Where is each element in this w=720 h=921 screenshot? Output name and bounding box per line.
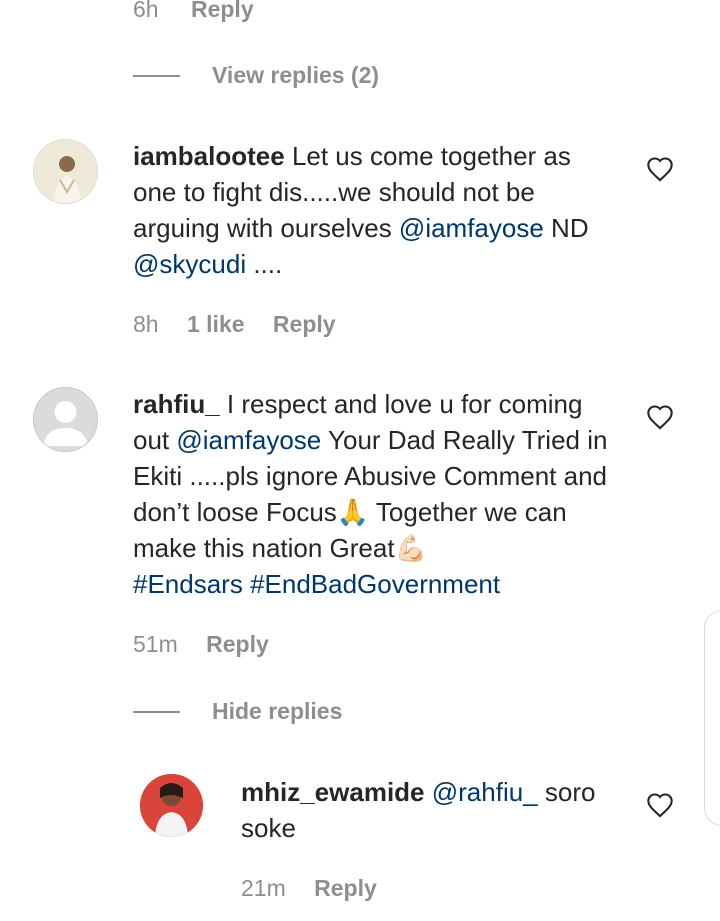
avatar[interactable] [33, 387, 98, 452]
comment-body: iambalootee Let us come together as one … [133, 138, 613, 282]
comment-username[interactable]: mhiz_ewamide [241, 777, 425, 807]
previous-comment-time: 6h [133, 0, 159, 22]
previous-comment-reply-button[interactable]: Reply [191, 0, 254, 22]
hashtag-links[interactable]: #Endsars #EndBadGovernment [133, 569, 500, 599]
praying-hands-emoji: 🙏 [336, 497, 370, 527]
avatar[interactable] [140, 774, 203, 837]
reply-button[interactable]: Reply [273, 311, 336, 337]
comment-body: rahfiu_ I respect and love u for coming … [133, 386, 623, 602]
comment-meta: 51m Reply [133, 631, 269, 658]
avatar-photo-icon [140, 774, 203, 837]
comment-time: 21m [241, 875, 286, 901]
heart-icon[interactable] [646, 792, 674, 818]
comment-text: ND [543, 213, 589, 243]
side-panel-edge[interactable] [704, 610, 720, 826]
reply-comment-body: mhiz_ewamide @rahfiu_ soro soke [241, 774, 621, 846]
mention-link[interactable]: @skycudi [133, 249, 246, 279]
avatar-photo-icon [34, 140, 97, 203]
previous-comment-meta: 6h Reply [133, 0, 254, 23]
like-count[interactable]: 1 like [187, 311, 245, 337]
comment-username[interactable]: rahfiu_ [133, 389, 220, 419]
replies-divider [133, 711, 180, 713]
replies-divider [133, 75, 180, 77]
heart-icon[interactable] [646, 404, 674, 430]
avatar[interactable] [33, 139, 98, 204]
comment-meta: 8h 1 like Reply [133, 311, 336, 338]
hide-replies-button[interactable]: Hide replies [212, 698, 342, 725]
comment-time: 51m [133, 631, 178, 657]
comment-meta: 21m Reply [241, 875, 377, 902]
mention-link[interactable]: @iamfayose [176, 425, 321, 455]
view-replies-button[interactable]: View replies (2) [212, 62, 379, 89]
heart-icon[interactable] [646, 156, 674, 182]
comment-time: 8h [133, 311, 159, 337]
mention-link[interactable]: @rahfiu_ [432, 777, 538, 807]
reply-button[interactable]: Reply [206, 631, 269, 657]
avatar-placeholder-icon [34, 388, 97, 451]
reply-button[interactable]: Reply [314, 875, 377, 901]
comment-text: .... [246, 249, 283, 279]
flexed-biceps-emoji: 💪🏻 [394, 533, 427, 563]
comment-username[interactable]: iambalootee [133, 141, 285, 171]
mention-link[interactable]: @iamfayose [399, 213, 544, 243]
